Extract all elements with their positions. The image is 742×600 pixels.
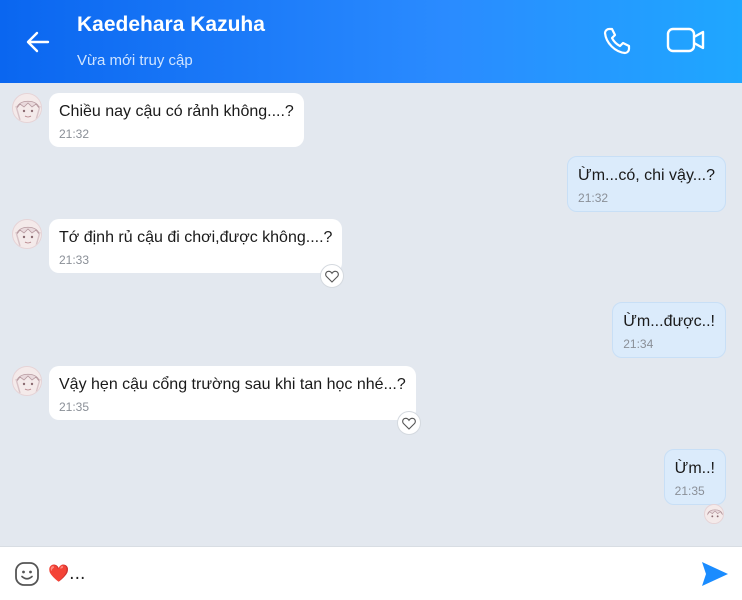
message-input[interactable] (48, 559, 668, 589)
back-arrow-icon[interactable] (22, 26, 54, 58)
outgoing-message[interactable]: Ừm..! 21:35 (663, 449, 726, 505)
heart-outline-icon (402, 417, 416, 430)
message-time: 21:33 (59, 253, 90, 267)
contact-avatar[interactable] (12, 366, 42, 396)
message-text: Ừm...có, chi vậy...? (578, 167, 715, 184)
message-text: Vậy hẹn cậu cổng trường sau khi tan học … (59, 376, 406, 393)
heart-outline-icon (325, 270, 339, 283)
contact-avatar[interactable] (12, 219, 42, 249)
message-text: Ừm...được..! (623, 313, 715, 330)
message-text: Chiều nay cậu có rảnh không....? (59, 103, 294, 120)
outgoing-message[interactable]: Ừm...được..! 21:34 (612, 302, 726, 358)
contact-avatar[interactable] (12, 93, 42, 123)
emoji-icon[interactable] (14, 561, 40, 587)
send-icon[interactable] (700, 560, 730, 588)
message-text: Tớ định rủ cậu đi chơi,được không....? (59, 229, 333, 246)
video-call-icon[interactable] (664, 22, 708, 58)
message-time: 21:35 (674, 484, 705, 498)
incoming-message[interactable]: Vậy hẹn cậu cổng trường sau khi tan học … (49, 366, 416, 420)
react-button[interactable] (320, 264, 344, 288)
phone-icon[interactable] (600, 24, 634, 58)
message-list[interactable]: Chiều nay cậu có rảnh không....? 21:32 Ừ… (0, 83, 742, 546)
message-time: 21:35 (59, 400, 90, 414)
message-text: Ừm..! (674, 460, 715, 477)
message-time: 21:32 (59, 127, 90, 141)
seen-avatar (704, 504, 724, 524)
message-composer (0, 546, 742, 600)
chat-header: Kaedehara Kazuha Vừa mới truy cập (0, 0, 742, 83)
message-time: 21:34 (623, 337, 654, 351)
react-button[interactable] (397, 411, 421, 435)
contact-name[interactable]: Kaedehara Kazuha (77, 13, 265, 37)
incoming-message[interactable]: Tớ định rủ cậu đi chơi,được không....? 2… (49, 219, 343, 273)
outgoing-message[interactable]: Ừm...có, chi vậy...? 21:32 (567, 156, 726, 212)
incoming-message[interactable]: Chiều nay cậu có rảnh không....? 21:32 (49, 93, 304, 147)
message-time: 21:32 (578, 191, 609, 205)
contact-status: Vừa mới truy cập (77, 52, 193, 69)
